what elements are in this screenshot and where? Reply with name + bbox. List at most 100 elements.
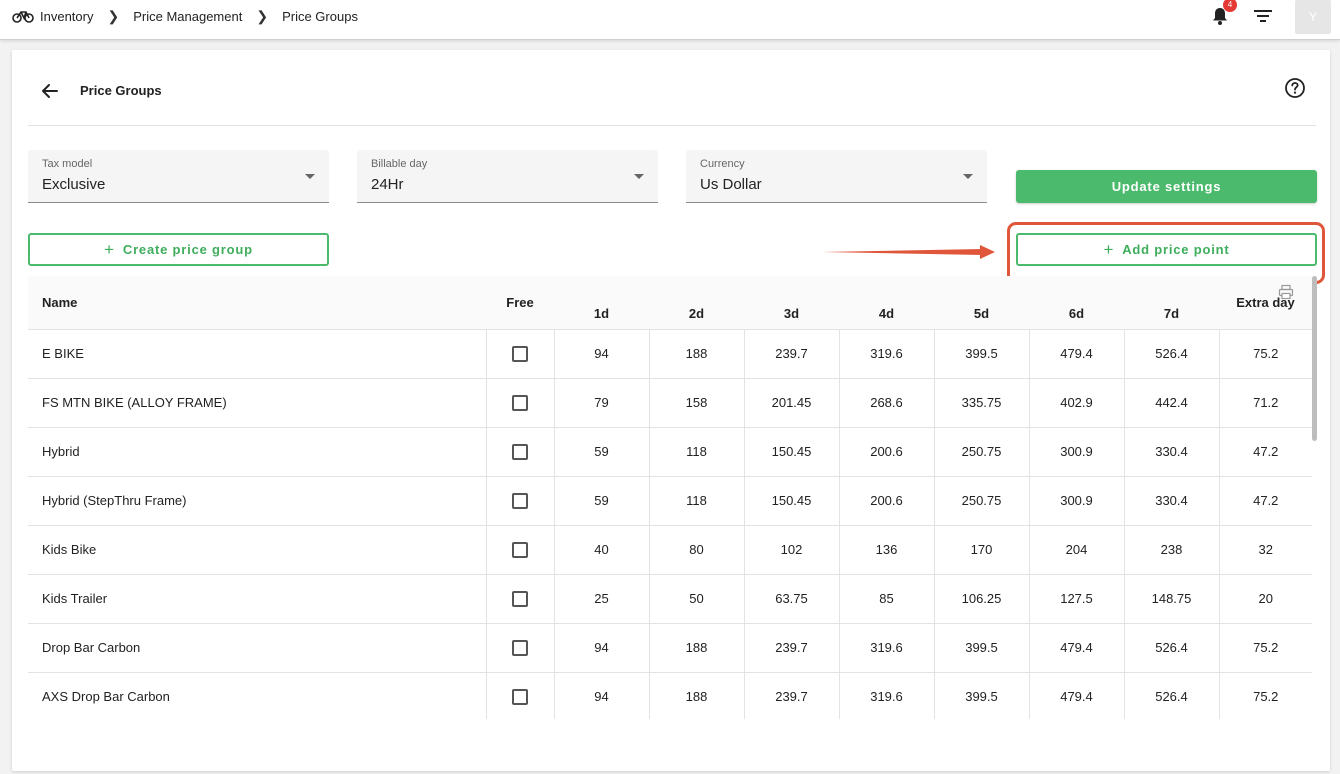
free-cell [485,574,554,624]
price-cell[interactable]: 59 [553,427,649,477]
price-cell[interactable]: 300.9 [1028,427,1124,477]
table-row[interactable]: Kids Bike 40 80 102 136 170 204 238 32 [28,525,1312,575]
price-cell[interactable]: 127.5 [1028,574,1124,624]
free-checkbox[interactable] [512,639,528,656]
billable-day-select[interactable]: Billable day 24Hr [357,150,658,203]
price-cell[interactable]: 94 [553,623,649,673]
price-cell[interactable]: 188 [648,672,744,719]
price-cell[interactable]: 200.6 [838,427,934,477]
table-row[interactable]: FS MTN BIKE (ALLOY FRAME) 79 158 201.45 … [28,378,1312,428]
table-scrollbar[interactable] [1312,276,1317,441]
price-cell[interactable]: 118 [648,427,744,477]
column-header-6d: 6d [1029,276,1124,330]
price-cell[interactable]: 300.9 [1028,476,1124,526]
price-cell[interactable]: 402.9 [1028,378,1124,428]
price-cell[interactable]: 238 [1123,525,1219,575]
table-row[interactable]: Drop Bar Carbon 94 188 239.7 319.6 399.5… [28,623,1312,673]
price-cell[interactable]: 94 [553,672,649,719]
price-cell[interactable]: 170 [933,525,1029,575]
extra-day-cell[interactable]: 47.2 [1218,427,1312,477]
price-cell[interactable]: 102 [743,525,839,575]
free-checkbox[interactable] [512,688,528,705]
avatar[interactable]: Y [1295,0,1331,34]
price-cell[interactable]: 40 [553,525,649,575]
price-cell[interactable]: 335.75 [933,378,1029,428]
free-checkbox[interactable] [512,590,528,607]
price-cell[interactable]: 319.6 [838,329,934,379]
free-cell [485,427,554,477]
price-cell[interactable]: 239.7 [743,329,839,379]
column-header-extra-day: Extra day [1219,276,1312,330]
price-cell[interactable]: 150.45 [743,427,839,477]
price-cell[interactable]: 25 [553,574,649,624]
table-row[interactable]: Hybrid (StepThru Frame) 59 118 150.45 20… [28,476,1312,526]
breadcrumb-inventory[interactable]: Inventory [40,9,93,24]
create-price-group-button[interactable]: + Create price group [28,233,329,266]
extra-day-cell[interactable]: 75.2 [1218,329,1312,379]
price-cell[interactable]: 330.4 [1123,427,1219,477]
price-cell[interactable]: 106.25 [933,574,1029,624]
table-row[interactable]: AXS Drop Bar Carbon 94 188 239.7 319.6 3… [28,672,1312,719]
price-cell[interactable]: 268.6 [838,378,934,428]
price-cell[interactable]: 250.75 [933,476,1029,526]
price-cell[interactable]: 158 [648,378,744,428]
price-cell[interactable]: 150.45 [743,476,839,526]
price-cell[interactable]: 239.7 [743,672,839,719]
price-cell[interactable]: 442.4 [1123,378,1219,428]
tax-model-select[interactable]: Tax model Exclusive [28,150,329,203]
table-row[interactable]: Hybrid 59 118 150.45 200.6 250.75 300.9 … [28,427,1312,477]
price-cell[interactable]: 50 [648,574,744,624]
extra-day-cell[interactable]: 47.2 [1218,476,1312,526]
price-cell[interactable]: 479.4 [1028,623,1124,673]
price-cell[interactable]: 399.5 [933,623,1029,673]
free-checkbox[interactable] [512,443,528,460]
free-checkbox[interactable] [512,492,528,509]
table-row[interactable]: Kids Trailer 25 50 63.75 85 106.25 127.5… [28,574,1312,624]
extra-day-cell[interactable]: 32 [1218,525,1312,575]
price-cell[interactable]: 526.4 [1123,329,1219,379]
free-checkbox[interactable] [512,541,528,558]
page-title: Price Groups [80,83,162,98]
price-cell[interactable]: 85 [838,574,934,624]
price-cell[interactable]: 79 [553,378,649,428]
free-checkbox[interactable] [512,345,528,362]
price-cell[interactable]: 330.4 [1123,476,1219,526]
print-icon[interactable] [1278,284,1294,300]
extra-day-cell[interactable]: 71.2 [1218,378,1312,428]
price-cell[interactable]: 148.75 [1123,574,1219,624]
price-cell[interactable]: 200.6 [838,476,934,526]
price-cell[interactable]: 319.6 [838,672,934,719]
dropdown-caret-icon [634,174,644,179]
extra-day-cell[interactable]: 20 [1218,574,1312,624]
price-cell[interactable]: 319.6 [838,623,934,673]
price-cell[interactable]: 80 [648,525,744,575]
price-cell[interactable]: 399.5 [933,672,1029,719]
price-cell[interactable]: 399.5 [933,329,1029,379]
free-checkbox[interactable] [512,394,528,411]
price-cell[interactable]: 136 [838,525,934,575]
column-header-name[interactable]: Name [28,276,486,330]
breadcrumb-price-management[interactable]: Price Management [133,9,242,24]
price-cell[interactable]: 59 [553,476,649,526]
table-row[interactable]: E BIKE 94 188 239.7 319.6 399.5 479.4 52… [28,329,1312,379]
price-cell[interactable]: 94 [553,329,649,379]
extra-day-cell[interactable]: 75.2 [1218,672,1312,719]
price-cell[interactable]: 118 [648,476,744,526]
currency-select[interactable]: Currency Us Dollar [686,150,987,203]
price-cell[interactable]: 188 [648,329,744,379]
price-cell[interactable]: 479.4 [1028,329,1124,379]
back-arrow-icon[interactable] [40,81,60,101]
update-settings-button[interactable]: Update settings [1016,170,1317,203]
filter-icon[interactable] [1253,8,1273,24]
price-cell[interactable]: 526.4 [1123,672,1219,719]
price-cell[interactable]: 250.75 [933,427,1029,477]
price-cell[interactable]: 526.4 [1123,623,1219,673]
help-icon[interactable] [1284,77,1306,99]
price-cell[interactable]: 239.7 [743,623,839,673]
price-cell[interactable]: 479.4 [1028,672,1124,719]
price-cell[interactable]: 204 [1028,525,1124,575]
price-cell[interactable]: 63.75 [743,574,839,624]
extra-day-cell[interactable]: 75.2 [1218,623,1312,673]
price-cell[interactable]: 201.45 [743,378,839,428]
price-cell[interactable]: 188 [648,623,744,673]
